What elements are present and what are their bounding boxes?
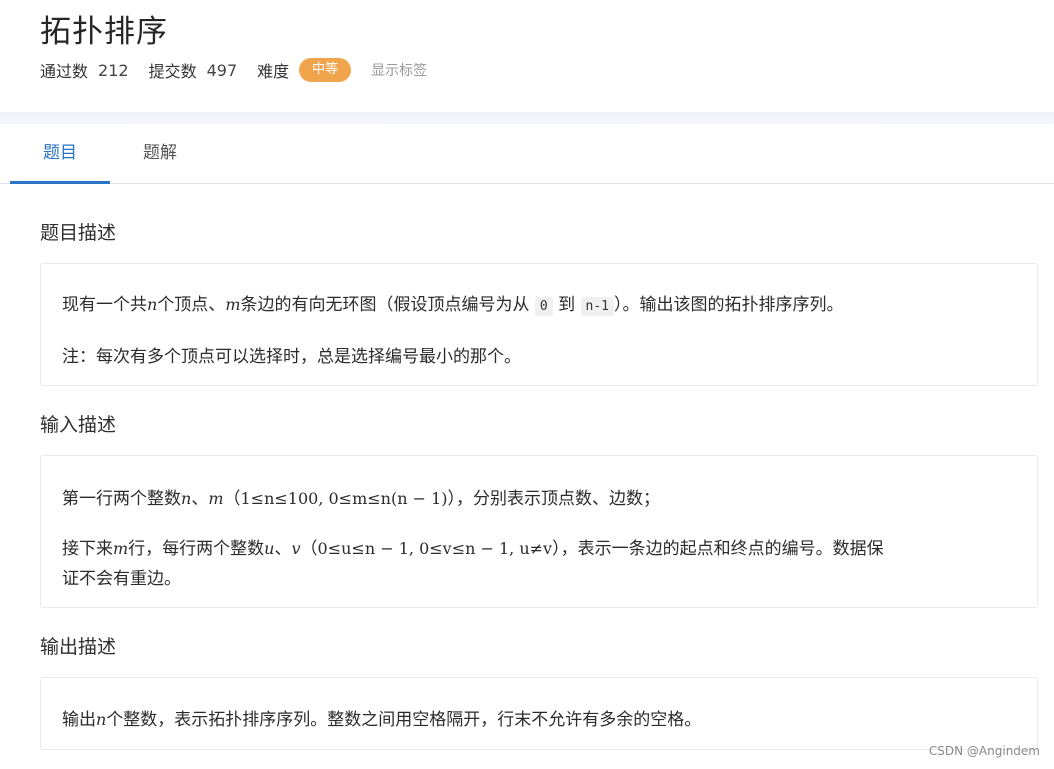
text-segment: ，表示一条边的起点和终点的编号。数据保	[560, 539, 884, 559]
text-segment: （	[223, 489, 241, 509]
math-n: n	[96, 710, 107, 729]
text-segment: 个整数，表示拓扑排序序列。整数之间用空格隔开，行末不允许有多余的空格。	[106, 710, 702, 730]
csdn-watermark: CSDN @Angindem	[928, 744, 1040, 758]
text-segment: （	[300, 539, 318, 559]
text-segment: 条边的有向无环图（假设顶点编号为从	[240, 295, 530, 315]
output-heading: 输出描述	[40, 636, 117, 658]
show-tags-link[interactable]: 显示标签	[371, 60, 427, 80]
input-line-3: 证不会有重边。	[62, 569, 181, 589]
page-title: 拓扑排序	[40, 14, 168, 50]
text-segment: 第一行两个整数	[62, 489, 181, 509]
output-line-1: 输出n个整数，表示拓扑排序序列。整数之间用空格隔开，行末不允许有多余的空格。	[62, 705, 701, 730]
math-m: m	[113, 539, 129, 558]
text-segment: 现有一个共	[62, 295, 147, 315]
submit-count-label: 提交数	[148, 62, 197, 81]
inline-code-zero: 0	[534, 297, 553, 316]
math-n: n	[181, 489, 192, 508]
text-segment: 到	[558, 295, 576, 315]
description-line-1: 现有一个共n个顶点、m条边的有向无环图（假设顶点编号为从 0 到 n-1 ）。输出…	[62, 290, 844, 316]
submit-count-value: 497	[206, 60, 238, 80]
text-segment: ）	[552, 539, 561, 559]
math-v: v	[291, 539, 301, 558]
description-box: 现有一个共n个顶点、m条边的有向无环图（假设顶点编号为从 0 到 n-1 ）。输出…	[40, 263, 1038, 386]
text-segment: ，分别表示顶点数、边数；	[456, 489, 661, 509]
text-segment: 行，每行两个整数	[128, 539, 265, 559]
input-line-1: 第一行两个整数n、m（1≤n≤100, 0≤m≤n(n − 1)），分别表示顶点…	[62, 484, 660, 509]
problem-header: 拓扑排序 通过数 212 提交数 497 难度 中等 显示标签	[0, 0, 1054, 112]
math-u: u	[264, 539, 275, 558]
input-box: 第一行两个整数n、m（1≤n≤100, 0≤m≤n(n − 1)），分别表示顶点…	[40, 455, 1038, 608]
math-constraint: 1≤n≤100, 0≤m≤n(n − 1)	[240, 489, 448, 508]
text-segment: 个顶点、	[157, 295, 226, 315]
problem-stats: 通过数 212 提交数 497 难度 中等 显示标签	[40, 58, 427, 82]
math-constraint: 0≤u≤n − 1, 0≤v≤n − 1, u≠v	[317, 539, 553, 558]
math-m: m	[225, 295, 241, 314]
text-segment: 、	[274, 539, 292, 559]
difficulty-label: 难度	[257, 62, 290, 81]
text-segment: 输出	[62, 710, 96, 730]
tab-bar: 题目 题解	[0, 124, 1054, 184]
input-heading: 输入描述	[40, 414, 117, 436]
difficulty-badge: 中等	[299, 58, 352, 82]
text-segment: 接下来	[62, 539, 113, 559]
tab-solutions[interactable]: 题解	[110, 124, 210, 183]
pass-count-value: 212	[98, 60, 129, 80]
description-heading: 题目描述	[40, 222, 117, 244]
output-box: 输出n个整数，表示拓扑排序序列。整数之间用空格隔开，行末不允许有多余的空格。	[40, 677, 1038, 750]
pass-count-label: 通过数	[40, 62, 89, 81]
text-segment: 、	[191, 489, 209, 509]
math-m: m	[208, 489, 224, 508]
text-segment: ）。输出该图的拓扑排序序列。	[614, 295, 844, 315]
tab-problem[interactable]: 题目	[10, 124, 110, 184]
text-segment: ）	[447, 489, 457, 509]
header-divider	[0, 112, 1054, 124]
inline-code-n-minus-1: n-1	[580, 297, 615, 316]
input-line-2: 接下来m行，每行两个整数u、v（0≤u≤n − 1, 0≤v≤n − 1, u≠…	[62, 534, 884, 559]
math-n: n	[147, 295, 158, 314]
description-line-2: 注：每次有多个顶点可以选择时，总是选择编号最小的那个。	[62, 347, 521, 367]
